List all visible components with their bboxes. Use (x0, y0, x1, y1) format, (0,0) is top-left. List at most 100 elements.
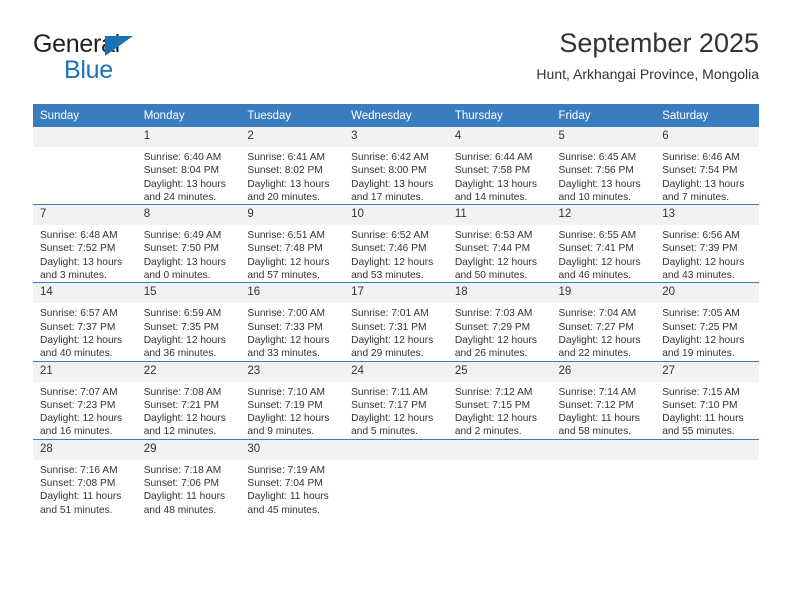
daylight-text-line2: and 14 minutes. (454, 191, 528, 203)
sunset-text: Sunset: 7:27 PM (558, 321, 634, 333)
sunrise-text: Sunrise: 6:56 AM (662, 230, 740, 242)
calendar-day-cell[interactable]: 29 Sunrise: 7:18 AM Sunset: 7:06 PM Dayl… (136, 438, 241, 517)
calendar-day-cell[interactable]: 19 Sunrise: 7:04 AM Sunset: 7:27 PM Dayl… (551, 282, 656, 362)
calendar-week-row: 21 Sunrise: 7:07 AM Sunset: 7:23 PM Dayl… (33, 360, 759, 440)
sunrise-text: Sunrise: 7:11 AM (351, 386, 428, 398)
calendar-day-cell[interactable]: 12 Sunrise: 6:55 AM Sunset: 7:41 PM Dayl… (551, 204, 656, 283)
daylight-text-line2: and 57 minutes. (247, 270, 320, 282)
day-details: Sunrise: 6:57 AM Sunset: 7:37 PM Dayligh… (33, 303, 137, 360)
sunrise-text: Sunrise: 6:49 AM (143, 230, 222, 242)
day-details: Sunrise: 7:15 AM Sunset: 7:10 PM Dayligh… (655, 382, 759, 439)
calendar-day-cell[interactable]: 1 Sunrise: 6:40 AM Sunset: 8:04 PM Dayli… (136, 127, 241, 205)
daylight-text-line2: and 46 minutes. (558, 270, 632, 282)
calendar-day-cell[interactable]: 14 Sunrise: 6:57 AM Sunset: 7:37 PM Dayl… (33, 282, 137, 362)
day-number: 9 (240, 205, 345, 226)
calendar-day-cell[interactable]: 28 Sunrise: 7:16 AM Sunset: 7:08 PM Dayl… (33, 438, 137, 517)
calendar-day-cell[interactable]: 2 Sunrise: 6:41 AM Sunset: 8:02 PM Dayli… (240, 127, 345, 205)
sunrise-text: Sunrise: 6:44 AM (454, 152, 533, 163)
weekday-header-thursday: Thursday (447, 104, 552, 127)
day-number: 7 (33, 205, 137, 226)
daylight-text-line2: and 26 minutes. (454, 348, 528, 360)
day-details: Sunrise: 6:41 AM Sunset: 8:02 PM Dayligh… (240, 147, 344, 204)
calendar-day-cell[interactable] (344, 438, 448, 517)
day-number: 1 (136, 127, 241, 147)
calendar-day-cell[interactable]: 25 Sunrise: 7:12 AM Sunset: 7:15 PM Dayl… (447, 360, 552, 440)
day-number: 25 (447, 361, 552, 382)
calendar-day-cell[interactable]: 10 Sunrise: 6:52 AM Sunset: 7:46 PM Dayl… (344, 204, 448, 283)
day-details: Sunrise: 6:46 AM Sunset: 7:54 PM Dayligh… (655, 147, 759, 204)
sunrise-text: Sunrise: 7:03 AM (454, 308, 533, 320)
sunset-text: Sunset: 7:23 PM (40, 399, 116, 411)
calendar-day-cell[interactable]: 11 Sunrise: 6:53 AM Sunset: 7:44 PM Dayl… (447, 204, 552, 283)
calendar-day-cell[interactable]: 30 Sunrise: 7:19 AM Sunset: 7:04 PM Dayl… (240, 438, 345, 517)
sunrise-text: Sunrise: 6:55 AM (558, 230, 637, 242)
daylight-text-line1: Daylight: 13 hours (143, 178, 226, 190)
calendar-day-cell[interactable]: 3 Sunrise: 6:42 AM Sunset: 8:00 PM Dayli… (344, 127, 448, 205)
calendar-day-cell[interactable] (447, 438, 552, 517)
daylight-text-line2: and 10 minutes. (558, 191, 632, 203)
sunset-text: Sunset: 7:25 PM (662, 321, 738, 333)
calendar-day-cell[interactable]: 7 Sunrise: 6:48 AM Sunset: 7:52 PM Dayli… (33, 204, 137, 283)
daylight-text-line2: and 3 minutes. (40, 270, 107, 282)
daylight-text-line1: Daylight: 12 hours (351, 334, 434, 346)
daylight-text-line1: Daylight: 12 hours (143, 334, 226, 346)
daylight-text-line2: and 40 minutes. (40, 348, 113, 360)
day-number: 12 (551, 205, 656, 226)
calendar-day-cell[interactable]: 8 Sunrise: 6:49 AM Sunset: 7:50 PM Dayli… (136, 204, 241, 283)
sunrise-text: Sunrise: 6:48 AM (40, 230, 118, 242)
calendar-day-cell[interactable]: 27 Sunrise: 7:15 AM Sunset: 7:10 PM Dayl… (655, 360, 759, 440)
calendar-day-cell[interactable] (655, 438, 759, 517)
daylight-text-line2: and 7 minutes. (662, 191, 730, 203)
calendar-day-cell[interactable]: 21 Sunrise: 7:07 AM Sunset: 7:23 PM Dayl… (33, 360, 137, 440)
calendar-day-cell[interactable]: 16 Sunrise: 7:00 AM Sunset: 7:33 PM Dayl… (240, 282, 345, 362)
calendar-day-cell[interactable]: 20 Sunrise: 7:05 AM Sunset: 7:25 PM Dayl… (655, 282, 759, 362)
page-subtitle: Hunt, Arkhangai Province, Mongolia (536, 66, 759, 82)
calendar-day-cell[interactable] (33, 127, 137, 205)
calendar-day-cell[interactable]: 22 Sunrise: 7:08 AM Sunset: 7:21 PM Dayl… (136, 360, 241, 440)
sunrise-text: Sunrise: 7:01 AM (351, 308, 429, 320)
sunrise-text: Sunrise: 7:00 AM (247, 308, 325, 320)
daylight-text-line1: Daylight: 12 hours (454, 334, 537, 346)
sunrise-text: Sunrise: 6:41 AM (247, 152, 325, 163)
sunset-text: Sunset: 8:00 PM (351, 165, 427, 177)
day-number: 10 (344, 205, 448, 226)
calendar-day-cell[interactable]: 9 Sunrise: 6:51 AM Sunset: 7:48 PM Dayli… (240, 204, 345, 283)
day-details: Sunrise: 7:10 AM Sunset: 7:19 PM Dayligh… (240, 382, 344, 439)
sunrise-text: Sunrise: 7:04 AM (558, 308, 637, 320)
calendar-day-cell[interactable]: 13 Sunrise: 6:56 AM Sunset: 7:39 PM Dayl… (655, 204, 759, 283)
calendar-day-cell[interactable]: 5 Sunrise: 6:45 AM Sunset: 7:56 PM Dayli… (551, 127, 656, 205)
day-number: 14 (33, 283, 137, 304)
calendar-day-cell[interactable]: 18 Sunrise: 7:03 AM Sunset: 7:29 PM Dayl… (447, 282, 552, 362)
daylight-text-line1: Daylight: 13 hours (662, 178, 745, 190)
sunset-text: Sunset: 8:04 PM (143, 165, 220, 177)
calendar-day-cell[interactable]: 26 Sunrise: 7:14 AM Sunset: 7:12 PM Dayl… (551, 360, 656, 440)
day-number: 13 (655, 205, 759, 226)
sunset-text: Sunset: 7:10 PM (662, 399, 738, 411)
day-details (448, 460, 552, 464)
day-details (552, 460, 656, 464)
day-details: Sunrise: 7:16 AM Sunset: 7:08 PM Dayligh… (33, 460, 137, 517)
logo-triangle-icon (105, 36, 133, 56)
daylight-text-line1: Daylight: 12 hours (247, 256, 330, 268)
daylight-text-line1: Daylight: 12 hours (143, 413, 226, 425)
sunset-text: Sunset: 7:52 PM (40, 243, 116, 255)
day-details: Sunrise: 7:05 AM Sunset: 7:25 PM Dayligh… (655, 303, 759, 360)
daylight-text-line2: and 45 minutes. (247, 504, 320, 516)
calendar-day-cell[interactable]: 4 Sunrise: 6:44 AM Sunset: 7:58 PM Dayli… (447, 127, 552, 205)
calendar-day-cell[interactable]: 23 Sunrise: 7:10 AM Sunset: 7:19 PM Dayl… (240, 360, 345, 440)
calendar-day-cell[interactable]: 17 Sunrise: 7:01 AM Sunset: 7:31 PM Dayl… (344, 282, 448, 362)
daylight-text-line1: Daylight: 11 hours (662, 413, 744, 425)
calendar-day-cell[interactable]: 24 Sunrise: 7:11 AM Sunset: 7:17 PM Dayl… (344, 360, 448, 440)
sunset-text: Sunset: 7:37 PM (40, 321, 116, 333)
calendar-week-row: 28 Sunrise: 7:16 AM Sunset: 7:08 PM Dayl… (33, 438, 759, 517)
calendar-body: 1 Sunrise: 6:40 AM Sunset: 8:04 PM Dayli… (33, 127, 759, 517)
calendar-day-cell[interactable]: 6 Sunrise: 6:46 AM Sunset: 7:54 PM Dayli… (655, 127, 759, 205)
calendar-day-cell[interactable] (551, 438, 656, 517)
day-number (447, 439, 552, 460)
sunrise-text: Sunrise: 6:51 AM (247, 230, 325, 242)
calendar-day-cell[interactable]: 15 Sunrise: 6:59 AM Sunset: 7:35 PM Dayl… (136, 282, 241, 362)
daylight-text-line2: and 20 minutes. (247, 191, 320, 203)
daylight-text-line1: Daylight: 12 hours (558, 334, 641, 346)
daylight-text-line2: and 22 minutes. (558, 348, 632, 360)
day-details: Sunrise: 6:40 AM Sunset: 8:04 PM Dayligh… (137, 147, 241, 204)
